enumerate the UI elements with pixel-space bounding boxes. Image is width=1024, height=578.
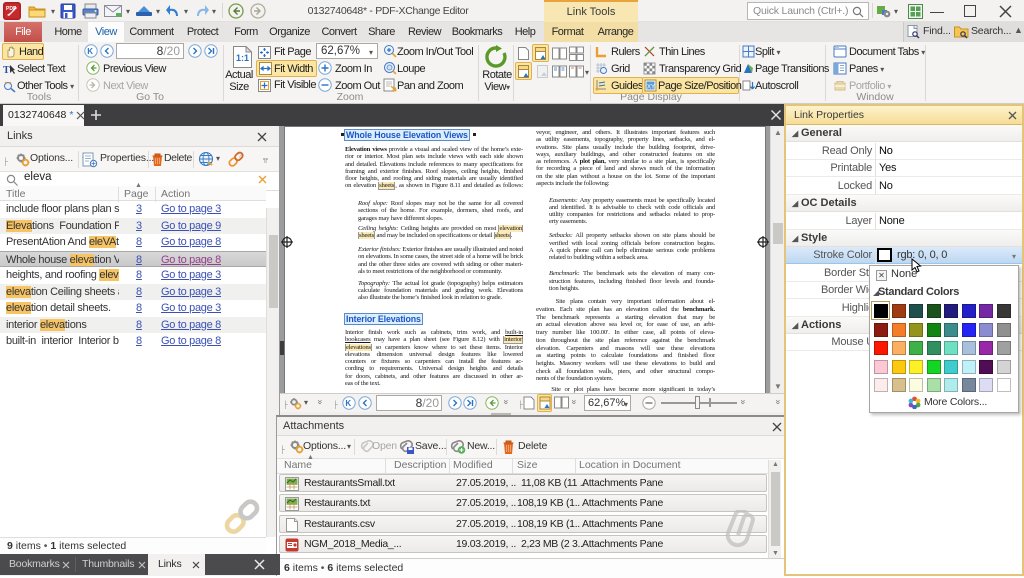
svg-text:1:1: 1:1 — [236, 53, 249, 63]
svg-text:XY: XY — [647, 85, 655, 91]
svg-text:PDF: PDF — [6, 6, 16, 12]
svg-text:T: T — [3, 65, 10, 76]
svg-text:K: K — [87, 47, 93, 56]
svg-text:K: K — [345, 399, 351, 408]
svg-text:?: ? — [238, 153, 242, 160]
